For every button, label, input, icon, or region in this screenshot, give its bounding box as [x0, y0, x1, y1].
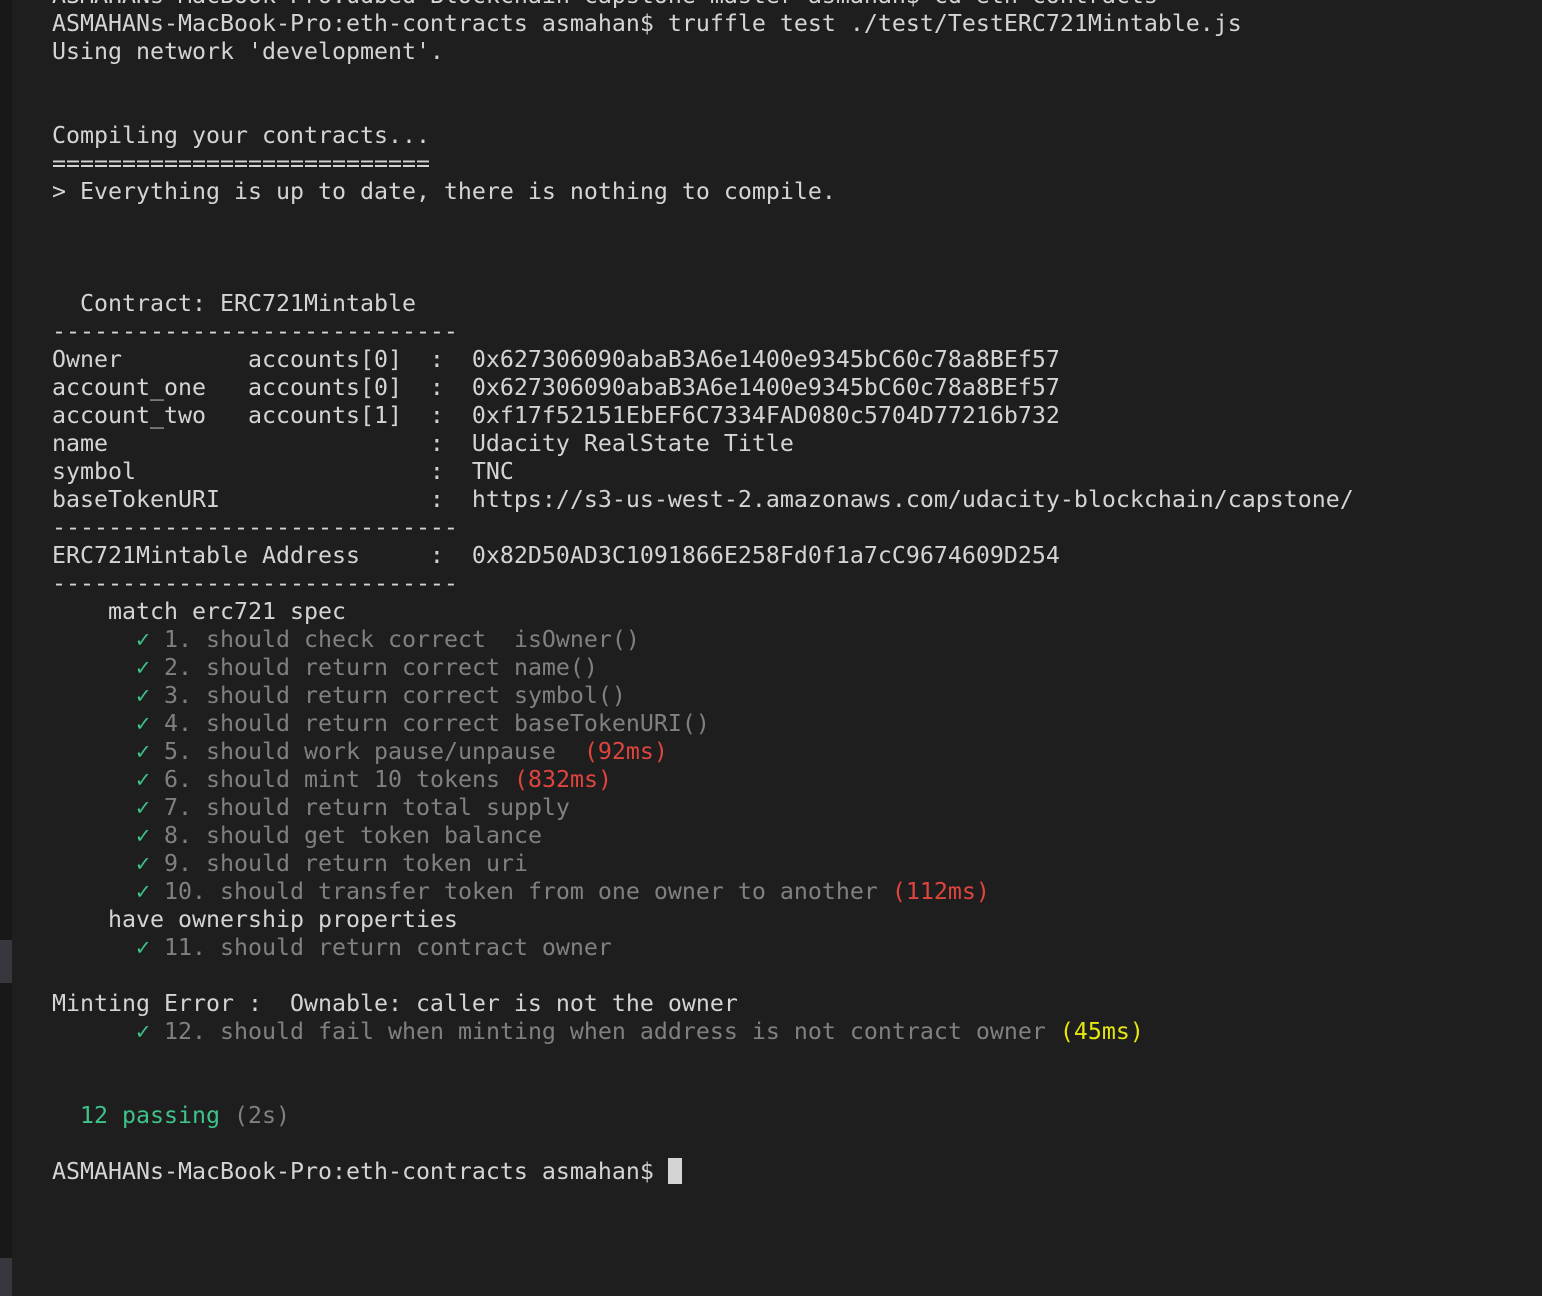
check-icon: ✓	[136, 626, 150, 653]
test-result: ✓ 10. should transfer token from one own…	[52, 878, 1542, 906]
test-name: 4. should return correct baseTokenURI()	[164, 710, 710, 737]
check-icon: ✓	[136, 1018, 150, 1045]
test-result: ✓ 4. should return correct baseTokenURI(…	[52, 710, 1542, 738]
compile-rule: ===========================	[52, 150, 430, 177]
gutter-marker	[0, 1258, 12, 1296]
network-line: Using network 'development'.	[52, 38, 444, 65]
test-duration: (92ms)	[583, 738, 668, 765]
previous-command-line: ASMAHANs-MacBook-Pro:udbed Blockchain ca…	[52, 0, 1542, 10]
minting-error: Minting Error : Ownable: caller is not t…	[52, 990, 738, 1017]
test-duration: (45ms)	[1059, 1018, 1144, 1045]
passing-count: 12 passing	[80, 1102, 220, 1129]
test-name: 3. should return correct symbol()	[164, 682, 626, 709]
test-name: 11. should return contract owner	[164, 934, 612, 961]
test-result: ✓ 3. should return correct symbol()	[52, 682, 1542, 710]
compiling-line: Compiling your contracts...	[52, 122, 430, 149]
suite-title: match erc721 spec	[52, 598, 346, 625]
test-result: ✓ 11. should return contract owner	[52, 934, 1542, 962]
check-icon: ✓	[136, 682, 150, 709]
info-row: Owner accounts[0] : 0x627306090abaB3A6e1…	[52, 346, 1060, 373]
test-name: 6. should mint 10 tokens	[164, 766, 514, 793]
test-duration: (832ms)	[513, 766, 612, 793]
command-line: ASMAHANs-MacBook-Pro:eth-contracts asmah…	[52, 10, 1242, 37]
test-result: ✓ 8. should get token balance	[52, 822, 1542, 850]
test-result: ✓ 9. should return token uri	[52, 850, 1542, 878]
check-icon: ✓	[136, 738, 150, 765]
compile-result: > Everything is up to date, there is not…	[52, 178, 836, 205]
test-result: ✓ 2. should return correct name()	[52, 654, 1542, 682]
divider: -----------------------------	[52, 570, 458, 597]
check-icon: ✓	[136, 654, 150, 681]
divider: -----------------------------	[52, 514, 458, 541]
suite-title: have ownership properties	[52, 906, 458, 933]
divider: -----------------------------	[52, 318, 458, 345]
summary-line: 12 passing (2s)	[52, 1102, 1542, 1130]
address-row: ERC721Mintable Address : 0x82D50AD3C1091…	[52, 542, 1060, 569]
prompt-line[interactable]: ASMAHANs-MacBook-Pro:eth-contracts asmah…	[52, 1158, 1542, 1186]
info-row: symbol : TNC	[52, 458, 514, 485]
check-icon: ✓	[136, 766, 150, 793]
info-row: baseTokenURI : https://s3-us-west-2.amaz…	[52, 486, 1354, 513]
contract-header: Contract: ERC721Mintable	[52, 290, 416, 317]
test-result: ✓ 7. should return total supply	[52, 794, 1542, 822]
test-name: 9. should return token uri	[164, 850, 528, 877]
test-name: 7. should return total supply	[164, 794, 570, 821]
test-duration: (112ms)	[891, 878, 990, 905]
check-icon: ✓	[136, 850, 150, 877]
check-icon: ✓	[136, 822, 150, 849]
prompt: ASMAHANs-MacBook-Pro:eth-contracts asmah…	[52, 1158, 668, 1185]
check-icon: ✓	[136, 934, 150, 961]
check-icon: ✓	[136, 710, 150, 737]
check-icon: ✓	[136, 878, 150, 905]
cursor	[667, 1158, 682, 1184]
test-result: ✓ 1. should check correct isOwner()	[52, 626, 1542, 654]
info-row: name : Udacity RealState Title	[52, 430, 794, 457]
gutter-marker	[0, 940, 12, 983]
terminal-output[interactable]: ASMAHANs-MacBook-Pro:udbed Blockchain ca…	[52, 0, 1542, 1186]
test-result: ✓ 12. should fail when minting when addr…	[52, 1018, 1542, 1046]
test-name: 1. should check correct isOwner()	[164, 626, 640, 653]
test-result: ✓ 5. should work pause/unpause (92ms)	[52, 738, 1542, 766]
test-name: 12. should fail when minting when addres…	[164, 1018, 1060, 1045]
info-row: account_one accounts[0] : 0x627306090aba…	[52, 374, 1060, 401]
check-icon: ✓	[136, 794, 150, 821]
test-result: ✓ 6. should mint 10 tokens (832ms)	[52, 766, 1542, 794]
info-row: account_two accounts[1] : 0xf17f52151EbE…	[52, 402, 1060, 429]
test-name: 10. should transfer token from one owner…	[164, 878, 892, 905]
editor-gutter	[0, 0, 12, 1296]
duration: (2s)	[219, 1102, 290, 1129]
test-name: 2. should return correct name()	[164, 654, 598, 681]
test-name: 8. should get token balance	[164, 822, 542, 849]
test-name: 5. should work pause/unpause	[164, 738, 584, 765]
